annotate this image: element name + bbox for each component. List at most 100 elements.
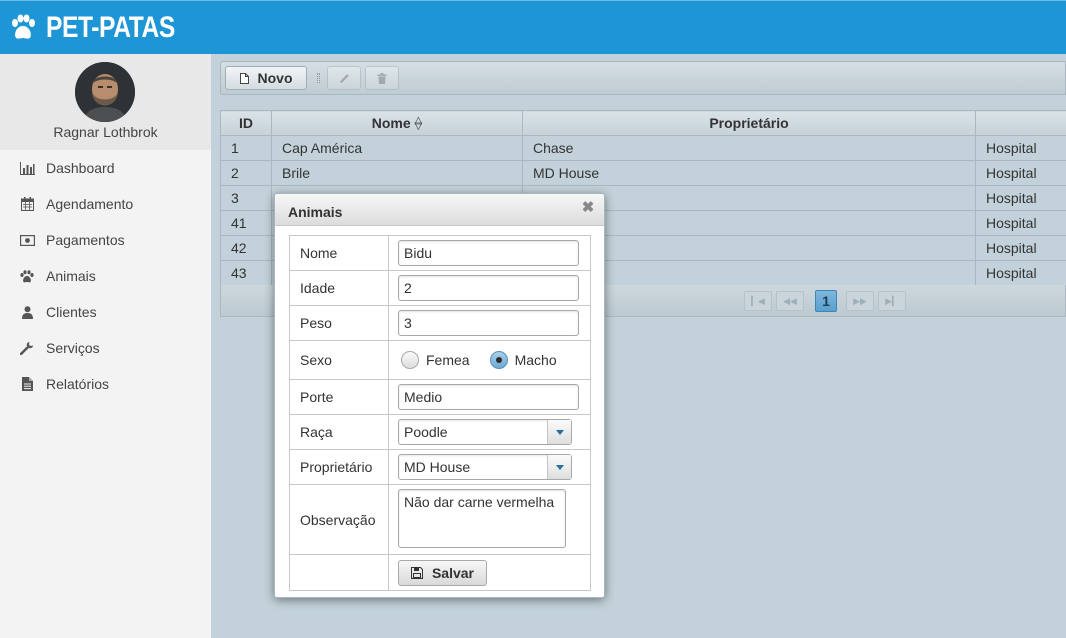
column-header-nome[interactable]: Nome △ ▽ xyxy=(271,110,523,136)
cell-id: 1 xyxy=(220,135,272,161)
dialog-title: Animais xyxy=(288,204,343,220)
edit-button[interactable] xyxy=(327,66,361,90)
brand-logo[interactable]: PET-PATAS xyxy=(10,11,203,44)
sidebar-item-label: Dashboard xyxy=(46,160,115,176)
cell-proprietario: MD House xyxy=(522,160,976,186)
user-profile: Ragnar Lothbrok xyxy=(0,54,211,150)
cell-id: 43 xyxy=(220,260,272,286)
user-icon xyxy=(19,304,35,320)
sidebar-item-relatorios[interactable]: Relatórios xyxy=(0,366,211,402)
proprietario-select-value: MD House xyxy=(404,459,471,475)
paw-icon xyxy=(19,268,35,284)
sidebar-item-dashboard[interactable]: Dashboard xyxy=(0,150,211,186)
observacao-textarea[interactable]: Não dar carne vermelha xyxy=(398,488,566,548)
animal-form: Nome Idade Peso Sexo Femea Macho Porte xyxy=(289,235,591,591)
column-header-nome-label: Nome xyxy=(371,115,411,131)
delete-button[interactable] xyxy=(365,66,399,90)
sidebar-item-animais[interactable]: Animais xyxy=(0,258,211,294)
cell-proprietario: Chase xyxy=(522,135,976,161)
sidebar-item-label: Serviços xyxy=(46,340,100,356)
document-icon xyxy=(19,376,35,392)
femea-radio[interactable] xyxy=(401,351,419,369)
cell-hospital: Hospital xyxy=(975,260,1066,286)
cell-hospital: Hospital xyxy=(975,235,1066,261)
cell-id: 3 xyxy=(220,185,272,211)
last-page-button[interactable]: ▶▎ xyxy=(878,291,906,311)
calendar-icon xyxy=(19,196,35,212)
macho-radio[interactable] xyxy=(489,351,508,369)
top-bar: PET-PATAS xyxy=(0,0,1066,54)
first-page-button[interactable]: ▎◀ xyxy=(744,291,772,311)
toolbar-separator xyxy=(317,73,320,83)
cell-hospital: Hospital xyxy=(975,210,1066,236)
table-header-row: ID Nome △ ▽ Proprietário xyxy=(220,110,1066,136)
field-label-observacao: Observação xyxy=(289,484,389,555)
field-label-porte: Porte xyxy=(289,379,389,415)
avatar[interactable] xyxy=(75,62,135,122)
field-label-nome: Nome xyxy=(289,235,389,271)
save-button[interactable]: Salvar xyxy=(398,559,487,586)
next-page-button[interactable]: ▶▶ xyxy=(846,291,874,311)
paw-logo-icon xyxy=(12,14,35,39)
sidebar-item-label: Agendamento xyxy=(46,196,134,212)
femea-label[interactable]: Femea xyxy=(426,352,470,368)
sidebar-item-label: Animais xyxy=(46,268,96,284)
floppy-disk-icon xyxy=(410,566,423,579)
empty-cell xyxy=(289,554,389,591)
column-header-proprietario[interactable]: Proprietário xyxy=(522,110,976,136)
sidebar: Ragnar Lothbrok Dashboard Agendamento Pa… xyxy=(0,54,211,638)
sidebar-item-label: Relatórios xyxy=(46,376,110,392)
macho-label[interactable]: Macho xyxy=(515,352,557,368)
nome-input[interactable] xyxy=(398,240,579,266)
idade-input[interactable] xyxy=(398,275,579,301)
sidebar-item-label: Pagamentos xyxy=(46,232,125,248)
raca-select[interactable]: Poodle xyxy=(398,419,572,445)
brand-name: PET-PATAS xyxy=(46,11,175,44)
previous-page-button[interactable]: ◀◀ xyxy=(776,291,804,311)
cell-id: 42 xyxy=(220,235,272,261)
first-page-icon: ▎◀ xyxy=(751,295,765,306)
toolbar: Novo xyxy=(220,61,1066,95)
column-header-id[interactable]: ID xyxy=(220,110,272,136)
sidebar-item-pagamentos[interactable]: Pagamentos xyxy=(0,222,211,258)
cell-id: 2 xyxy=(220,160,272,186)
field-label-peso: Peso xyxy=(289,305,389,341)
sexo-radio-group: Femea Macho xyxy=(398,351,590,369)
chevron-down-icon[interactable] xyxy=(547,420,571,444)
raca-select-value: Poodle xyxy=(404,424,448,440)
new-button[interactable]: Novo xyxy=(225,66,307,90)
new-button-label: Novo xyxy=(257,70,293,86)
close-icon[interactable]: ✖ xyxy=(580,200,596,216)
last-page-icon: ▶▎ xyxy=(885,295,899,306)
column-header-extra[interactable] xyxy=(975,110,1066,136)
field-label-sexo: Sexo xyxy=(289,340,389,380)
page-button-current[interactable]: 1 xyxy=(815,290,837,312)
new-document-icon xyxy=(239,72,249,84)
previous-page-icon: ◀◀ xyxy=(783,295,797,306)
sidebar-item-clientes[interactable]: Clientes xyxy=(0,294,211,330)
porte-input[interactable] xyxy=(398,384,579,410)
cell-hospital: Hospital xyxy=(975,185,1066,211)
sidebar-item-agendamento[interactable]: Agendamento xyxy=(0,186,211,222)
bar-chart-icon xyxy=(19,160,35,176)
money-icon xyxy=(19,232,35,248)
field-label-raca: Raça xyxy=(289,414,389,450)
sidebar-menu: Dashboard Agendamento Pagamentos Animais… xyxy=(0,150,211,402)
proprietario-select[interactable]: MD House xyxy=(398,454,572,480)
cell-nome: Brile xyxy=(271,160,523,186)
next-page-icon: ▶▶ xyxy=(853,295,867,306)
peso-input[interactable] xyxy=(398,310,579,336)
sidebar-item-servicos[interactable]: Serviços xyxy=(0,330,211,366)
trash-icon xyxy=(377,72,387,84)
cell-nome: Cap América xyxy=(271,135,523,161)
dialog-header[interactable]: Animais ✖ xyxy=(275,194,604,226)
sort-icon: △ ▽ xyxy=(414,115,423,133)
cell-hospital: Hospital xyxy=(975,160,1066,186)
user-name: Ragnar Lothbrok xyxy=(53,124,158,140)
chevron-down-icon[interactable] xyxy=(547,455,571,479)
cell-hospital: Hospital xyxy=(975,135,1066,161)
table-row[interactable]: 1 Cap América Chase Hospital xyxy=(220,135,1066,161)
field-label-idade: Idade xyxy=(289,270,389,306)
table-row[interactable]: 2 Brile MD House Hospital xyxy=(220,160,1066,186)
cell-id: 41 xyxy=(220,210,272,236)
